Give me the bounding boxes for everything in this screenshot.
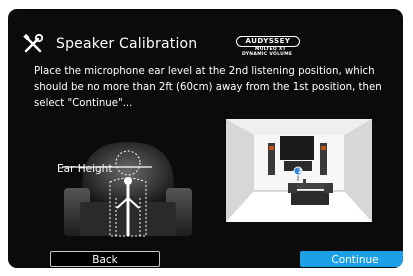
position-marker: 2 — [297, 168, 303, 175]
audyssey-dynamic-volume: DYNAMIC VOLUME — [242, 52, 293, 57]
header: Speaker Calibration — [22, 33, 197, 55]
instruction-text: Place the microphone ear level at the 2n… — [34, 66, 382, 109]
ear-height-illustration — [62, 142, 192, 237]
continue-button[interactable]: Continue — [300, 251, 403, 267]
back-button[interactable]: Back — [50, 251, 160, 267]
page-title: Speaker Calibration — [56, 36, 198, 52]
tools-icon — [23, 33, 44, 53]
calibration-screen: Speaker Calibration AUDYSSEY MULTEQ XT D… — [8, 9, 403, 268]
audyssey-brand: AUDYSSEY — [236, 36, 300, 47]
audyssey-logo: AUDYSSEY MULTEQ XT DYNAMIC VOLUME — [234, 36, 314, 64]
ear-height-label: Ear Height — [57, 163, 113, 175]
